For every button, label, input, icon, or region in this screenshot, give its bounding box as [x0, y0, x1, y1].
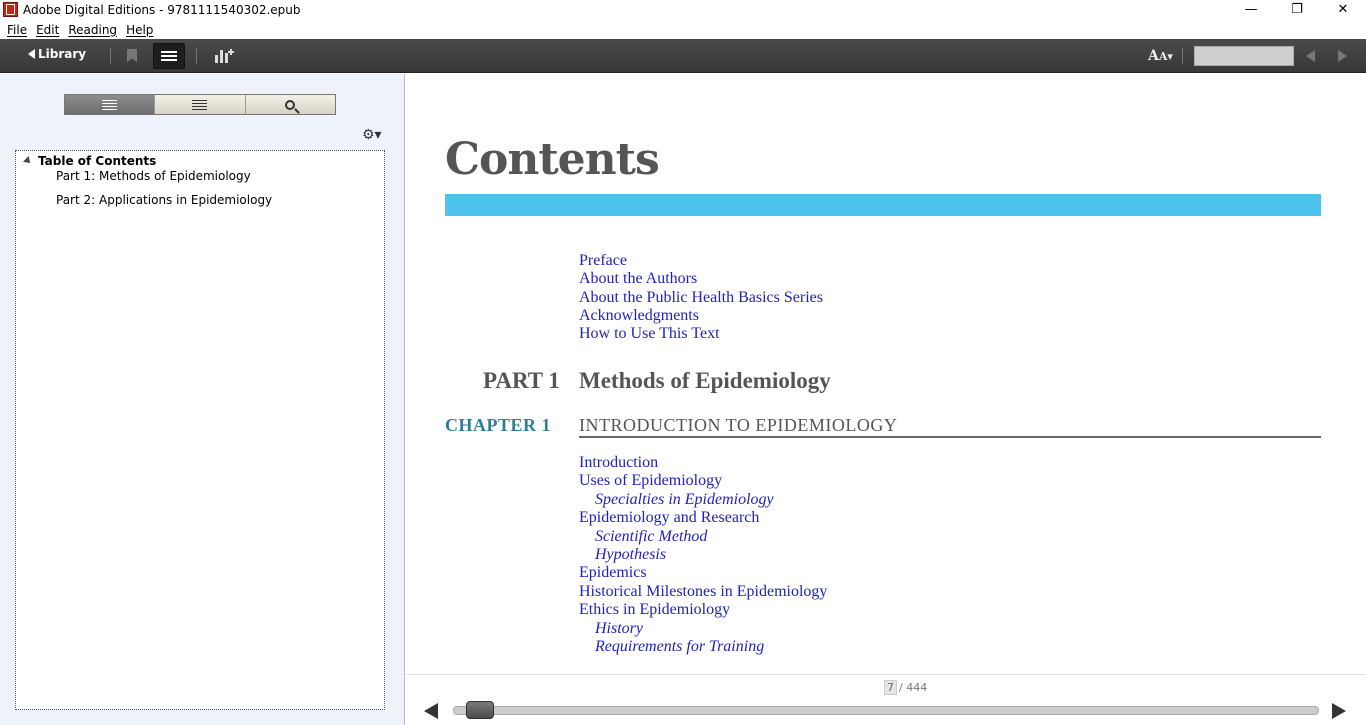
toc-link-series[interactable]: About the Public Health Basics Series — [579, 289, 823, 307]
bookmark-icon[interactable] — [127, 49, 137, 62]
part-title: Methods of Epidemiology — [579, 368, 831, 393]
minimize-button[interactable]: — — [1228, 0, 1274, 19]
toc-entry[interactable]: Historical Milestones in Epidemiology — [579, 583, 827, 601]
library-label: Library — [38, 47, 87, 61]
toc-sub-entry[interactable]: Scientific Method — [595, 528, 707, 546]
toc-entry[interactable]: Ethics in Epidemiology — [579, 601, 730, 619]
page-indicator: 7 / 444 — [884, 680, 927, 695]
toc-entry[interactable]: Epidemics — [579, 564, 647, 582]
part-label: PART 1 — [483, 368, 560, 393]
toc-link-about-authors[interactable]: About the Authors — [579, 270, 697, 288]
menu-edit[interactable]: Edit — [36, 23, 59, 37]
menu-bar: File Edit Reading Help — [0, 20, 1366, 39]
toc-root-node[interactable]: Table of Contents — [23, 154, 157, 168]
menu-reading[interactable]: Reading — [68, 23, 117, 37]
font-size-label-large: A — [1148, 48, 1159, 64]
expand-arrow-icon[interactable] — [23, 156, 33, 166]
app-icon — [3, 2, 18, 17]
toolbar-divider — [110, 48, 111, 64]
tab-search[interactable] — [245, 95, 335, 114]
reading-pane: Contents Preface About the Authors About… — [406, 74, 1366, 674]
search-icon — [285, 99, 296, 110]
toc-link-how-to-use[interactable]: How to Use This Text — [579, 325, 720, 343]
previous-page-icon[interactable] — [1306, 50, 1315, 62]
toolbar-divider — [1182, 48, 1183, 64]
sidebar-view-tabs — [64, 94, 336, 115]
toc-sub-entry[interactable]: Specialties in Epidemiology — [595, 491, 774, 509]
menu-file[interactable]: File — [7, 23, 27, 37]
tab-table-of-contents[interactable] — [65, 95, 156, 114]
total-pages: / 444 — [899, 681, 928, 694]
restore-button[interactable]: ❐ — [1274, 0, 1320, 19]
toc-item-part-2[interactable]: Part 2: Applications in Epidemiology — [56, 193, 272, 207]
next-page-icon[interactable] — [1338, 50, 1347, 62]
back-arrow-icon — [28, 49, 35, 59]
toc-list-icon — [102, 99, 118, 110]
toc-item-part-1[interactable]: Part 1: Methods of Epidemiology — [56, 169, 251, 183]
toolbar: Library AA▾ — [0, 39, 1366, 73]
toc-sub-entry[interactable]: History — [595, 620, 643, 638]
heading-rule — [445, 194, 1321, 216]
chapter-title: INTRODUCTION TO EPIDEMIOLOGY — [579, 415, 898, 435]
toc-link-acknowledgments[interactable]: Acknowledgments — [579, 307, 699, 325]
toc-entry[interactable]: Uses of Epidemiology — [579, 472, 722, 490]
font-size-button[interactable]: AA▾ — [1148, 48, 1173, 64]
toolbar-divider — [196, 48, 197, 64]
toc-link-preface[interactable]: Preface — [579, 252, 627, 270]
page-heading: Contents — [445, 134, 660, 185]
page-slider[interactable] — [453, 706, 1319, 715]
toc-entry[interactable]: Epidemiology and Research — [579, 509, 759, 527]
bookmark-list-icon — [192, 99, 208, 110]
window-controls: — ❐ ✕ — [1228, 0, 1366, 19]
chapter-label: CHAPTER 1 — [445, 415, 552, 435]
chapter-rule — [579, 436, 1321, 438]
menu-help[interactable]: Help — [126, 23, 153, 37]
tab-bookmarks[interactable] — [155, 95, 246, 114]
page-slider-thumb[interactable] — [466, 701, 494, 719]
gear-icon[interactable]: ⚙▾ — [362, 127, 382, 143]
title-bar: Adobe Digital Editions - 9781111540302.e… — [0, 0, 1366, 19]
close-button[interactable]: ✕ — [1320, 0, 1366, 19]
library-button[interactable]: Library — [28, 47, 86, 61]
toc-sub-entry[interactable]: Requirements for Training — [595, 638, 764, 656]
toc-root-label: Table of Contents — [38, 154, 157, 168]
stats-icon[interactable] — [215, 49, 234, 63]
window-title: Adobe Digital Editions - 9781111540302.e… — [23, 2, 301, 17]
toc-sub-entry[interactable]: Hypothesis — [595, 546, 666, 564]
toc-toggle-button[interactable] — [153, 43, 185, 69]
previous-page-button[interactable] — [424, 703, 438, 719]
list-icon — [161, 50, 177, 62]
search-input[interactable] — [1194, 46, 1294, 66]
toc-entry[interactable]: Introduction — [579, 454, 658, 472]
page-navigation-bar: 7 / 444 — [406, 674, 1366, 725]
sidebar: ⚙▾ Table of Contents Part 1: Methods of … — [0, 74, 405, 725]
next-page-button[interactable] — [1332, 703, 1346, 719]
current-page-field[interactable]: 7 — [884, 680, 897, 695]
toc-tree: Table of Contents Part 1: Methods of Epi… — [15, 150, 385, 710]
